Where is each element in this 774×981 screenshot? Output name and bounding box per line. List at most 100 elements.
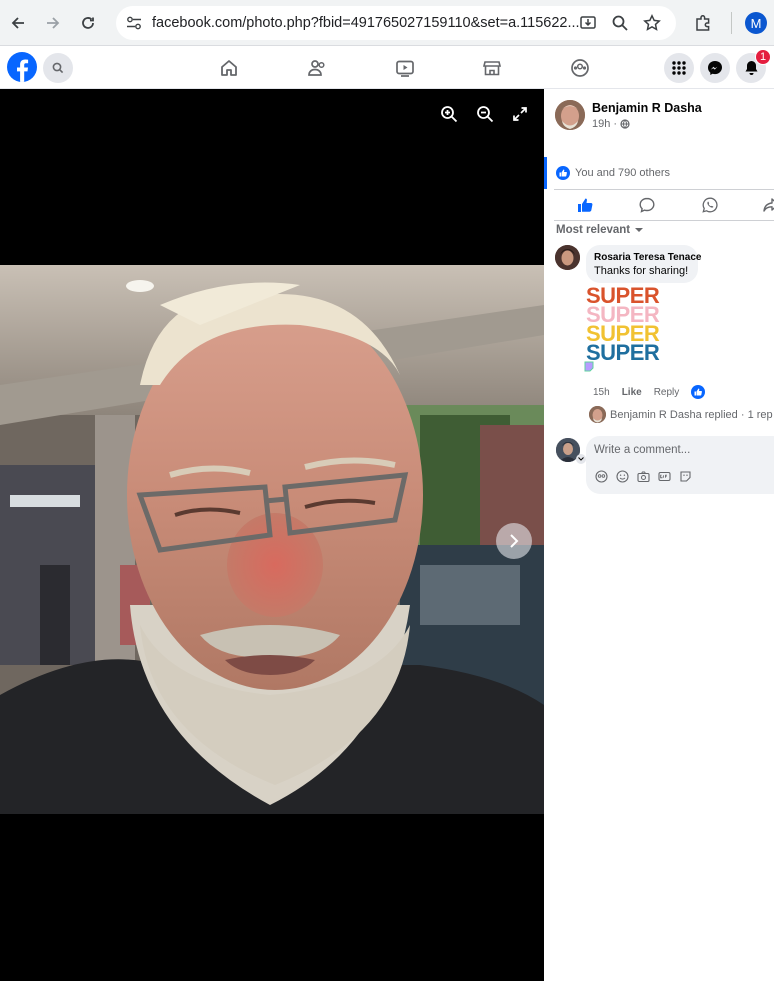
nav-friends[interactable]: [304, 55, 330, 81]
divider-bottom: [554, 220, 774, 221]
next-photo-button[interactable]: [496, 523, 532, 559]
comment-text: Thanks for sharing!: [594, 265, 689, 277]
arrow-right-icon: [47, 17, 60, 29]
sticker-badge-icon: [584, 361, 594, 372]
replies-text: Benjamin R Dasha replied · 1 rep: [610, 408, 773, 421]
chevron-down-icon: [578, 457, 584, 461]
comment-bubble: Rosaria Teresa Tenace Thanks for sharing…: [586, 245, 701, 283]
zoom-in-icon: [441, 106, 458, 123]
messenger-button[interactable]: [700, 53, 730, 83]
composer-tools: [595, 470, 692, 483]
author-name[interactable]: Benjamin R Dasha: [592, 101, 702, 115]
nav-watch[interactable]: [392, 55, 418, 81]
comment-composer[interactable]: Write a comment...: [586, 436, 774, 494]
post-meta: 19h ·: [592, 118, 630, 130]
post-panel: Benjamin R Dasha 19h · You and 790 other…: [544, 89, 774, 981]
back-button[interactable]: [6, 11, 30, 35]
like-button[interactable]: [577, 197, 593, 213]
nav-marketplace[interactable]: [479, 55, 505, 81]
profile-avatar[interactable]: M: [745, 12, 767, 34]
post-time[interactable]: 19h: [592, 118, 610, 130]
avatar-image: [555, 100, 585, 130]
avatar-sticker-icon[interactable]: [595, 470, 608, 483]
menu-button[interactable]: [664, 53, 694, 83]
reactions-text: You and 790 others: [575, 167, 671, 179]
sticker-line-4: SUPER: [586, 340, 660, 365]
install-button[interactable]: [576, 11, 600, 35]
url-text: facebook.com/photo.php?fbid=491765027159…: [152, 15, 580, 31]
extensions-button[interactable]: [691, 11, 715, 35]
like-reaction-icon: [556, 166, 570, 180]
commenter-avatar[interactable]: [555, 245, 580, 270]
globe-icon: [620, 119, 630, 129]
messenger-icon: [708, 61, 722, 75]
comment-actions: 15h Like Reply: [593, 385, 706, 399]
comment-reply-button[interactable]: Reply: [654, 387, 680, 398]
caret-down-icon: [635, 228, 644, 232]
search-button[interactable]: [43, 53, 73, 83]
site-settings-icon: [127, 16, 141, 30]
facebook-f-icon: [17, 59, 29, 82]
comment-input-placeholder: Write a comment...: [594, 444, 691, 456]
nav-home[interactable]: [216, 55, 242, 81]
thumbs-up-icon: [578, 198, 593, 212]
comment-author[interactable]: Rosaria Teresa Tenace: [594, 252, 701, 263]
nav-groups[interactable]: [567, 55, 593, 81]
home-icon: [221, 60, 237, 76]
reactions-summary[interactable]: You and 790 others: [556, 166, 670, 180]
reload-button[interactable]: [76, 11, 100, 35]
reload-icon: [82, 17, 94, 29]
whatsapp-button[interactable]: [702, 197, 718, 213]
video-icon: [396, 60, 414, 77]
groups-icon: [571, 59, 589, 77]
avatar-image: [555, 245, 580, 270]
author-avatar[interactable]: [555, 100, 585, 130]
toolbar-divider: [731, 12, 732, 34]
meta-separator: ·: [613, 118, 618, 130]
view-replies-link[interactable]: Benjamin R Dasha replied · 1 rep: [589, 406, 773, 423]
forward-button[interactable]: [41, 11, 65, 35]
install-app-icon: [580, 16, 596, 29]
comment-like-button[interactable]: Like: [622, 387, 642, 398]
comment-like-reaction-icon: [691, 385, 706, 399]
photo-image: [0, 265, 544, 814]
sticker-icon[interactable]: [679, 470, 692, 483]
comment-sort-dropdown[interactable]: Most relevant: [556, 224, 644, 236]
share-icon: [763, 198, 774, 212]
browser-toolbar: facebook.com/photo.php?fbid=491765027159…: [0, 0, 774, 46]
chevron-right-icon: [510, 534, 519, 548]
whatsapp-icon: [702, 197, 718, 213]
friends-icon: [308, 60, 325, 76]
comment-button[interactable]: [639, 197, 655, 213]
zoom-button[interactable]: [608, 11, 632, 35]
zoom-out-icon: [477, 106, 494, 123]
facebook-logo[interactable]: [7, 52, 37, 82]
search-icon: [52, 62, 64, 74]
divider-top: [554, 189, 774, 190]
fullscreen-button[interactable]: [513, 107, 527, 121]
share-button[interactable]: [763, 197, 774, 213]
expand-icon: [513, 107, 527, 121]
focus-indicator: [544, 157, 547, 189]
marketplace-icon: [482, 61, 502, 76]
super-sticker: SUPER SUPER SUPER SUPER: [584, 285, 674, 373]
gif-icon[interactable]: [658, 470, 671, 483]
puzzle-icon: [696, 14, 710, 31]
emoji-icon[interactable]: [616, 470, 629, 483]
star-icon: [643, 14, 661, 31]
photo-viewer: [0, 89, 544, 981]
zoom-in-button[interactable]: [440, 105, 458, 123]
profile-initial: M: [750, 15, 762, 31]
selfie-photo: [0, 265, 544, 814]
grid-menu-icon: [672, 61, 686, 75]
magnifier-icon: [612, 15, 628, 31]
camera-icon[interactable]: [637, 470, 650, 483]
account-switch-chevron[interactable]: [576, 454, 586, 464]
zoom-out-button[interactable]: [476, 105, 494, 123]
reply-author-avatar: [589, 406, 606, 423]
notification-count: 1: [759, 51, 767, 63]
sort-label: Most relevant: [556, 224, 631, 236]
bookmark-button[interactable]: [640, 11, 664, 35]
comment-time[interactable]: 15h: [593, 387, 610, 398]
arrow-left-icon: [11, 17, 24, 29]
